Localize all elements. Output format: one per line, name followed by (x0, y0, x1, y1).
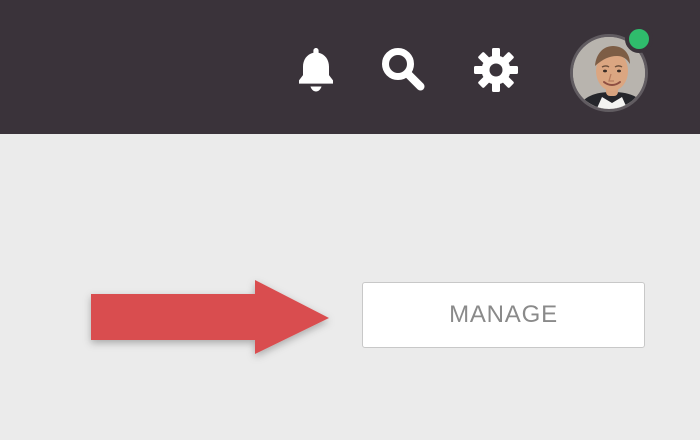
search-icon[interactable] (380, 46, 426, 92)
gear-icon[interactable] (472, 46, 520, 94)
user-menu[interactable] (570, 25, 653, 112)
online-status-indicator (625, 25, 653, 53)
top-navigation-bar (0, 0, 700, 134)
bell-icon[interactable] (295, 46, 337, 92)
manage-button[interactable]: MANAGE (362, 282, 645, 348)
red-arrow-icon (91, 280, 329, 354)
